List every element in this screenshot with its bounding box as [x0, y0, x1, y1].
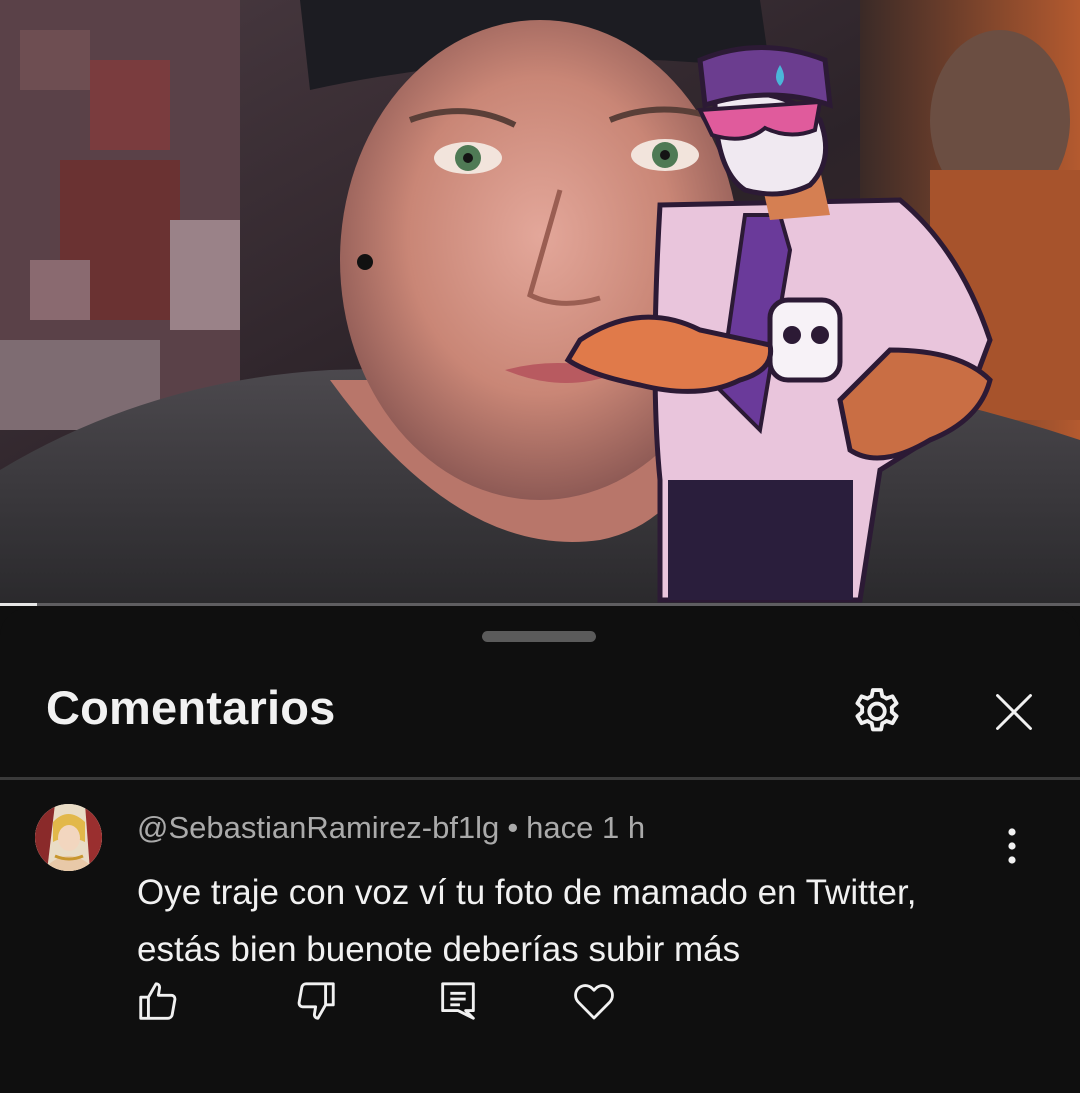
comment-author[interactable]: @SebastianRamirez-bf1lg: [137, 810, 499, 845]
comments-title: Comentarios: [46, 681, 336, 734]
thumbs-down-icon: [297, 982, 335, 1020]
reply-button[interactable]: [432, 975, 484, 1027]
close-icon: [996, 694, 1032, 730]
like-button[interactable]: [132, 975, 184, 1027]
video-player[interactable]: [0, 0, 1080, 606]
comment-item: @SebastianRamirez-bf1lg • hace 1 h Oye tra…: [0, 780, 1080, 1093]
meta-separator: •: [507, 810, 519, 845]
video-frame-image: [0, 0, 1080, 606]
heart-icon: [574, 984, 614, 1020]
avatar[interactable]: [35, 804, 102, 871]
avatar-image: [35, 804, 102, 871]
settings-button[interactable]: [846, 682, 908, 744]
gear-icon: [855, 688, 899, 732]
drag-handle[interactable]: [482, 631, 596, 642]
heart-button[interactable]: [568, 975, 620, 1027]
dislike-button[interactable]: [290, 975, 342, 1027]
comments-sheet: Comentarios @SebastianRamirez-bf1lg • ha…: [0, 608, 1080, 1093]
comment-time[interactable]: hace 1 h: [526, 810, 645, 845]
comment-meta: @SebastianRamirez-bf1lg • hace 1 h: [137, 810, 645, 846]
close-button[interactable]: [984, 682, 1044, 742]
thumbs-up-icon: [139, 982, 177, 1020]
video-progress-fill: [0, 603, 37, 606]
video-progress-bar[interactable]: [0, 603, 1080, 606]
youtube-comments-screen: Comentarios @SebastianRamirez-bf1lg • ha…: [0, 0, 1080, 1093]
comment-actions: [0, 975, 1080, 1055]
comment-text: Oye traje con voz ví tu foto de mamado e…: [137, 873, 917, 969]
more-vertical-icon: [1008, 828, 1016, 864]
reply-icon: [441, 982, 475, 1020]
